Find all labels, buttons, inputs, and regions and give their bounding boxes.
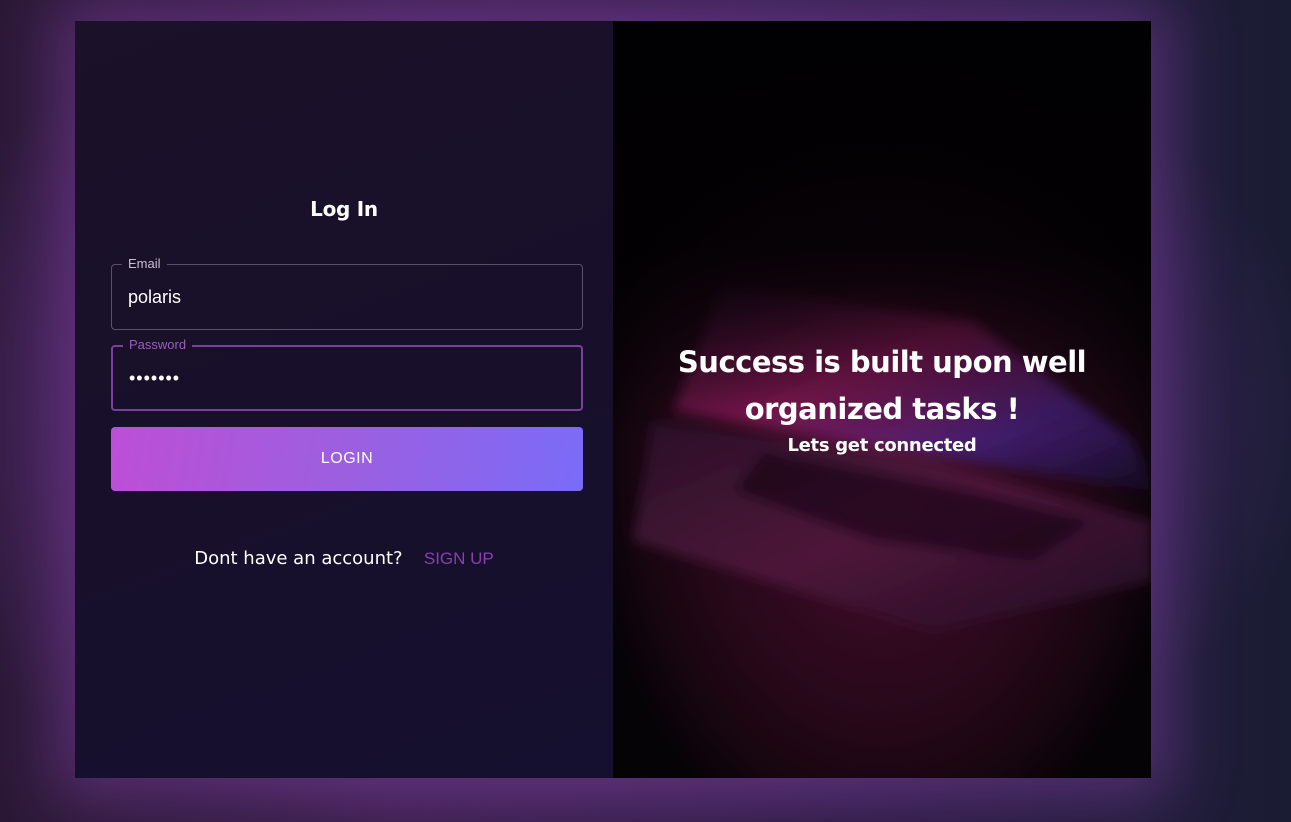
signup-link[interactable]: SIGN UP [424,549,494,568]
email-field[interactable]: Email [111,256,583,330]
auth-card: Log In Email Password LOGIN Dont have an… [75,21,1151,778]
password-field[interactable]: Password [111,337,583,411]
login-panel: Log In Email Password LOGIN Dont have an… [75,21,613,778]
hero-panel: Success is built upon well organized tas… [613,21,1151,778]
signup-row: Dont have an account? SIGN UP [75,548,613,570]
hero-heading: Success is built upon well organized tas… [677,345,1087,426]
signup-prompt: Dont have an account? [194,548,403,569]
email-input[interactable] [128,287,568,308]
password-label: Password [123,337,193,353]
hero-subheading: Lets get connected [787,435,977,456]
hero-text: Success is built upon well organized tas… [613,339,1151,456]
password-input[interactable] [129,368,569,389]
login-title: Log In [310,197,378,221]
email-label: Email [122,256,167,272]
login-button[interactable]: LOGIN [111,427,583,491]
